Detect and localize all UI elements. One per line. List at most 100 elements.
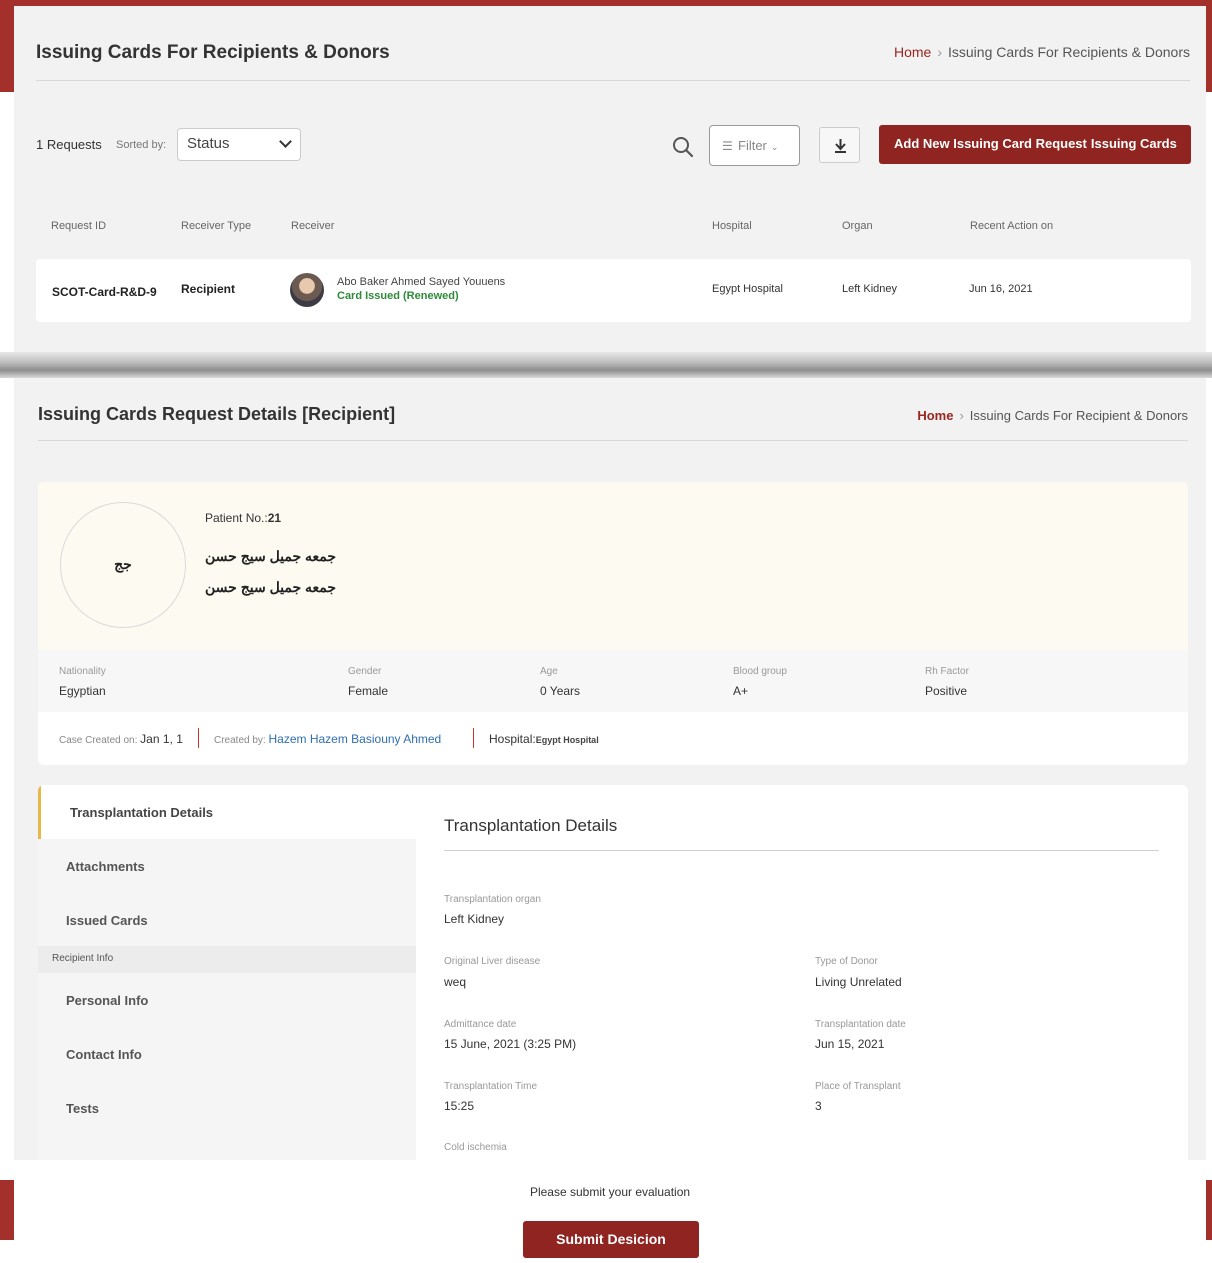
sidebar-item-tests[interactable]: Tests bbox=[38, 1081, 416, 1135]
donor-type-label: Type of Donor bbox=[815, 956, 878, 967]
breadcrumb: Home › Issuing Cards For Recipients & Dono… bbox=[894, 44, 1190, 60]
divider bbox=[38, 440, 1188, 441]
patient-number: Patient No.:21 bbox=[205, 511, 281, 525]
details-card: Transplantation Details Attachments Issu… bbox=[38, 785, 1188, 1168]
divider bbox=[36, 80, 1190, 81]
column-header-receiver[interactable]: Receiver bbox=[291, 220, 334, 232]
chevron-down-icon: ⌄ bbox=[770, 142, 779, 152]
case-hospital-value: Egypt Hospital bbox=[535, 735, 599, 745]
search-icon[interactable] bbox=[672, 136, 694, 158]
request-details-panel: Issuing Cards Request Details [Recipient… bbox=[14, 378, 1206, 1168]
nationality-value: Egyptian bbox=[59, 684, 106, 698]
table-row[interactable]: SCOT-Card-R&D-9 Recipient Abo Baker Ahme… bbox=[36, 259, 1191, 322]
divider bbox=[473, 728, 474, 748]
section-title: Transplantation Details bbox=[444, 816, 618, 835]
details-sidebar: Transplantation Details Attachments Issu… bbox=[38, 785, 416, 1168]
place-value: 3 bbox=[815, 1099, 822, 1113]
divider bbox=[198, 728, 199, 748]
avatar: جج bbox=[60, 502, 186, 628]
receiver-name: Abo Baker Ahmed Sayed Youuens bbox=[337, 276, 506, 288]
column-header-receiver-type[interactable]: Receiver Type bbox=[181, 220, 251, 232]
sidebar-item-transplantation-details[interactable]: Transplantation Details bbox=[38, 785, 416, 839]
transplant-date-value: Jun 15, 2021 bbox=[815, 1037, 885, 1051]
case-hospital-label: Hospital: bbox=[489, 732, 536, 746]
divider bbox=[444, 850, 1159, 851]
patient-name: جمعه جميل سيج حسن bbox=[205, 548, 337, 564]
age-label: Age bbox=[540, 666, 558, 677]
gender-value: Female bbox=[348, 684, 389, 698]
organ: Left Kidney bbox=[842, 283, 898, 295]
receiver-type: Recipient bbox=[181, 282, 236, 296]
column-header-hospital[interactable]: Hospital bbox=[712, 220, 752, 232]
chevron-down-icon bbox=[279, 135, 292, 148]
case-hospital: Hospital:Egypt Hospital bbox=[489, 732, 599, 746]
hospital: Egypt Hospital bbox=[712, 283, 783, 295]
transplant-time-label: Transplantation Time bbox=[444, 1081, 538, 1092]
liver-disease-value: weq bbox=[444, 975, 467, 989]
sort-select-value: Status bbox=[187, 135, 230, 152]
blood-group-value: A+ bbox=[733, 684, 749, 698]
breadcrumb-current: Issuing Cards For Recipient & Donors bbox=[969, 408, 1188, 423]
created-by-link[interactable]: Hazem Hazem Basiouny Ahmed bbox=[268, 732, 441, 746]
download-button[interactable] bbox=[819, 127, 860, 163]
sidebar-section-recipient-info: Recipient Info bbox=[38, 946, 416, 973]
liver-disease-label: Original Liver disease bbox=[444, 956, 541, 967]
column-header-request-id[interactable]: Request ID bbox=[51, 220, 106, 232]
case-created-label: Case Created on: bbox=[59, 735, 138, 746]
age-value: 0 Years bbox=[540, 684, 581, 698]
organ-value: Left Kidney bbox=[444, 912, 505, 926]
submit-decision-button[interactable]: Submit Desicion bbox=[523, 1221, 699, 1258]
admittance-date-label: Admittance date bbox=[444, 1019, 517, 1030]
request-count: 1 Requests bbox=[36, 137, 102, 152]
cold-ischemia-label: Cold ischemia bbox=[444, 1142, 507, 1153]
evaluation-bar: Please submit your evaluation Submit Des… bbox=[14, 1160, 1206, 1263]
page-title: Issuing Cards Request Details [Recipient… bbox=[38, 404, 396, 424]
column-header-recent-action[interactable]: Recent Action on bbox=[970, 220, 1053, 232]
add-request-button[interactable]: Add New Issuing Card Request Issuing Card… bbox=[879, 125, 1191, 164]
sidebar-item-contact-info[interactable]: Contact Info bbox=[38, 1027, 416, 1081]
sorted-by-label: Sorted by: bbox=[116, 139, 167, 151]
sidebar-item-issued-cards[interactable]: Issued Cards bbox=[38, 893, 416, 947]
screenshot-divider bbox=[0, 352, 1212, 378]
patient-info-bar: Nationality Egyptian Gender Female Age 0… bbox=[38, 650, 1188, 712]
recent-action-date: Jun 16, 2021 bbox=[969, 283, 1033, 295]
patient-number-value: 21 bbox=[267, 511, 282, 525]
patient-name-alt: جمعه جميل سيج حسن bbox=[205, 579, 337, 595]
chevron-right-icon: › bbox=[959, 408, 964, 423]
patient-header: جج Patient No.:21 جمعه جميل سيج حسن جمعه… bbox=[38, 482, 1188, 650]
chevron-right-icon: › bbox=[937, 44, 942, 60]
add-request-label: Add New Issuing Card Request bbox=[894, 136, 1087, 151]
sidebar-item-personal-info[interactable]: Personal Info bbox=[38, 973, 416, 1027]
breadcrumb-current: Issuing Cards For Recipients & Donors bbox=[948, 44, 1190, 60]
gender-label: Gender bbox=[348, 666, 382, 677]
add-request-suffix: Issuing Cards bbox=[1090, 136, 1177, 151]
created-by: Created by: Hazem Hazem Basiouny Ahmed bbox=[214, 732, 441, 746]
transplant-date-label: Transplantation date bbox=[815, 1019, 906, 1030]
status-badge: Card Issued (Renewed) bbox=[337, 290, 459, 302]
breadcrumb-home[interactable]: Home bbox=[894, 44, 931, 60]
patient-number-label: Patient No.: bbox=[205, 511, 268, 525]
filter-label: Filter bbox=[738, 138, 767, 153]
case-created: Case Created on: Jan 1, 1 bbox=[59, 732, 183, 746]
rh-factor-label: Rh Factor bbox=[925, 666, 969, 677]
sort-select[interactable]: Status bbox=[177, 128, 301, 161]
created-by-label: Created by: bbox=[214, 735, 266, 746]
filter-button[interactable]: ☰ Filter ⌄ bbox=[709, 125, 800, 166]
donor-type-value: Living Unrelated bbox=[815, 975, 902, 989]
request-id: SCOT-Card-R&D-9 bbox=[52, 285, 157, 299]
breadcrumb-home[interactable]: Home bbox=[917, 408, 953, 423]
column-header-organ[interactable]: Organ bbox=[842, 220, 873, 232]
evaluation-prompt: Please submit your evaluation bbox=[529, 1185, 691, 1199]
filter-icon: ☰ bbox=[722, 139, 733, 153]
transplant-time-value: 15:25 bbox=[444, 1099, 475, 1113]
place-label: Place of Transplant bbox=[815, 1081, 901, 1092]
download-icon bbox=[835, 139, 846, 153]
admittance-date-value: 15 June, 2021 (3:25 PM) bbox=[444, 1037, 577, 1051]
case-created-value: Jan 1, 1 bbox=[140, 732, 183, 746]
breadcrumb: Home › Issuing Cards For Recipient & Donor… bbox=[917, 408, 1188, 423]
rh-factor-value: Positive bbox=[925, 684, 968, 698]
sidebar-item-attachments[interactable]: Attachments bbox=[38, 839, 416, 893]
nationality-label: Nationality bbox=[59, 666, 106, 677]
avatar bbox=[290, 273, 324, 307]
blood-group-label: Blood group bbox=[733, 666, 787, 677]
